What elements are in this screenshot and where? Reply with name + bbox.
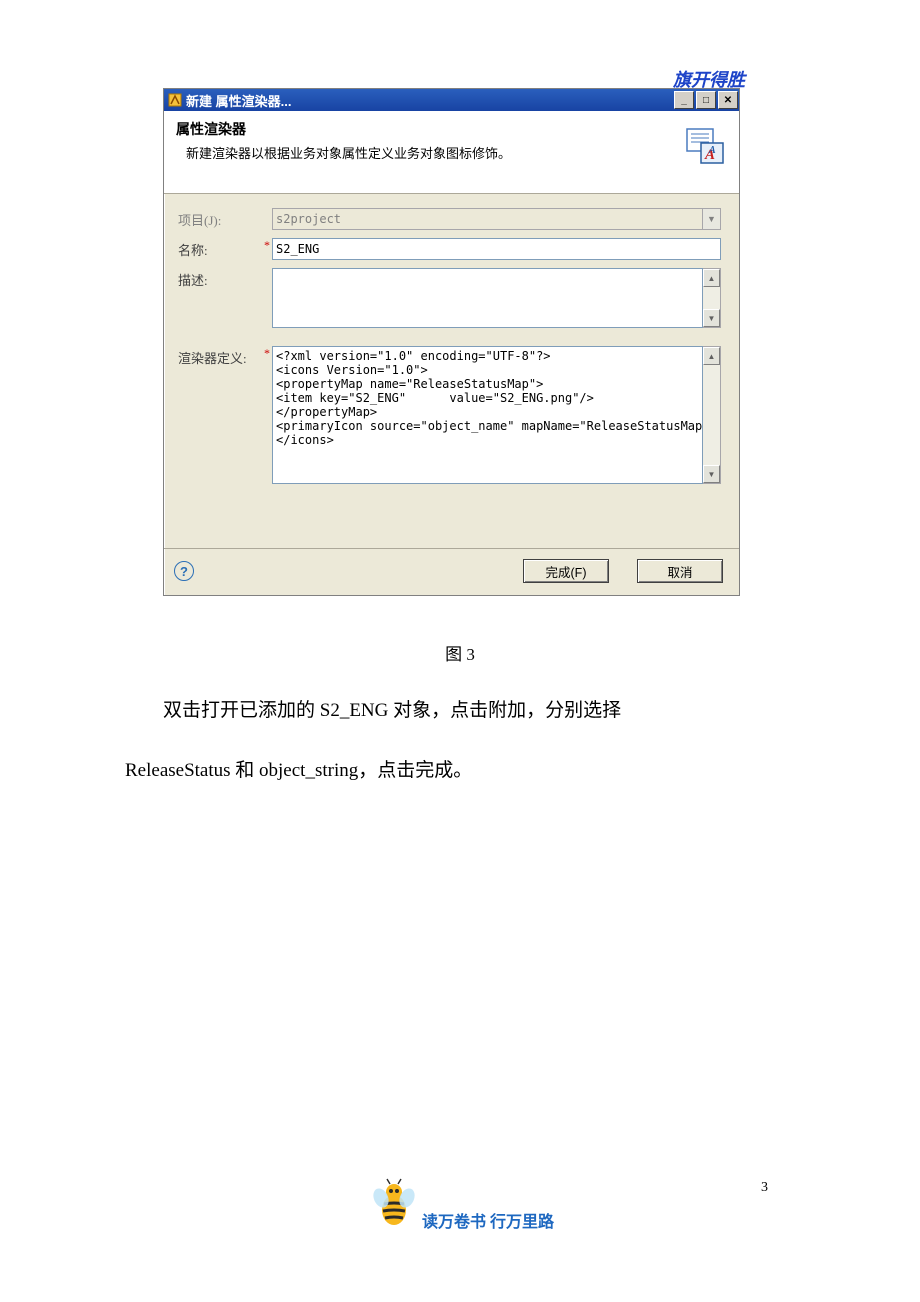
figure-caption: 图 3 — [0, 640, 920, 665]
help-icon[interactable]: ? — [174, 561, 194, 581]
bee-mascot-icon — [366, 1176, 422, 1232]
desc-label: 描述: — [178, 268, 262, 289]
dialog-banner: 属性渲染器 新建渲染器以根据业务对象属性定义业务对象图标修饰。 A A — [164, 111, 739, 194]
maximize-button[interactable]: □ — [696, 91, 716, 109]
banner-icon: A A — [685, 125, 725, 165]
app-icon — [168, 93, 182, 107]
cancel-button[interactable]: 取消 — [637, 559, 723, 583]
project-row: 项目(J): ▼ — [178, 208, 721, 230]
def-row: 渲染器定义: * ▲ ▼ — [178, 346, 721, 484]
project-dropdown-icon: ▼ — [703, 208, 721, 230]
new-renderer-dialog: 新建 属性渲染器... _ □ ✕ 属性渲染器 新建渲染器以根据业务对象属性定义… — [163, 88, 740, 596]
required-marker: * — [262, 346, 270, 361]
name-label: 名称: — [178, 238, 262, 259]
minimize-button[interactable]: _ — [674, 91, 694, 109]
renderer-definition-textarea[interactable] — [272, 346, 703, 484]
banner-title: 属性渲染器 — [176, 119, 727, 139]
scroll-up-icon[interactable]: ▲ — [703, 347, 720, 365]
svg-text:A: A — [708, 145, 716, 156]
body-paragraph-1: 双击打开已添加的 S2_ENG 对象，点击附加，分别选择 — [125, 688, 795, 734]
desc-row: 描述: ▲ ▼ — [178, 268, 721, 328]
page-number: 3 — [761, 1180, 768, 1196]
banner-description: 新建渲染器以根据业务对象属性定义业务对象图标修饰。 — [186, 143, 727, 162]
footer-slogan: 读万卷书 行万里路 — [422, 1208, 554, 1232]
dialog-button-bar: ? 完成(F) 取消 — [164, 548, 739, 595]
project-label: 项目(J): — [178, 208, 262, 229]
dialog-titlebar[interactable]: 新建 属性渲染器... _ □ ✕ — [164, 89, 739, 111]
name-row: 名称: * — [178, 238, 721, 260]
def-label: 渲染器定义: — [178, 346, 262, 367]
def-scrollbar[interactable]: ▲ ▼ — [703, 346, 721, 484]
dialog-title: 新建 属性渲染器... — [186, 91, 291, 110]
scroll-down-icon[interactable]: ▼ — [703, 465, 720, 483]
scroll-down-icon[interactable]: ▼ — [703, 309, 720, 327]
body-paragraph-2: ReleaseStatus 和 object_string，点击完成。 — [125, 748, 795, 794]
form-area: 项目(J): ▼ 名称: * 描述: ▲ ▼ — [164, 194, 739, 548]
required-marker: * — [262, 238, 270, 253]
close-button[interactable]: ✕ — [718, 91, 738, 109]
page-footer: 读万卷书 行万里路 — [0, 1176, 920, 1232]
scroll-up-icon[interactable]: ▲ — [703, 269, 720, 287]
name-input[interactable] — [272, 238, 721, 260]
project-combo — [272, 208, 703, 230]
desc-textarea[interactable] — [272, 268, 703, 328]
desc-scrollbar[interactable]: ▲ ▼ — [703, 268, 721, 328]
finish-button[interactable]: 完成(F) — [523, 559, 609, 583]
